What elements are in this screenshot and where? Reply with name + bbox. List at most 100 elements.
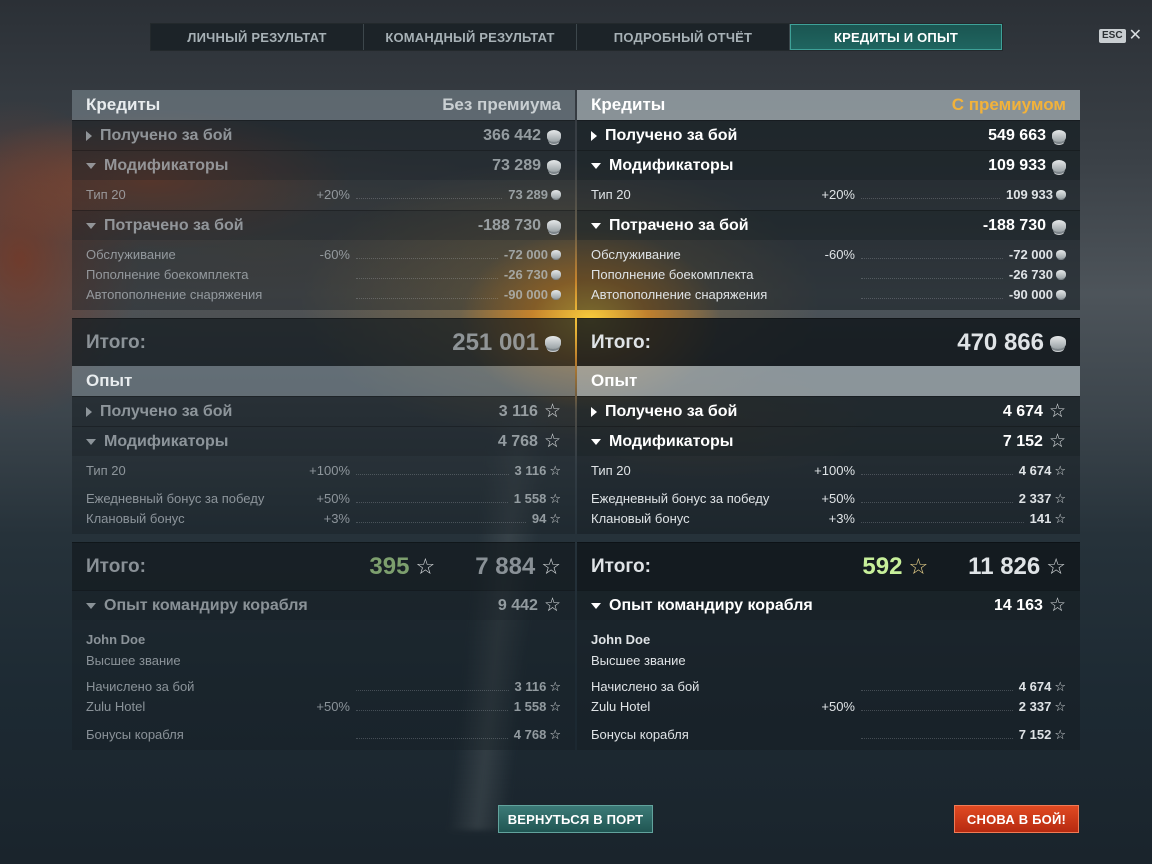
service-percent: -60% bbox=[319, 246, 350, 262]
exp-modifiers-row[interactable]: Модификаторы 7 152 ☆ bbox=[577, 426, 1080, 456]
credits-earned-row[interactable]: Получено за бой 549 663 bbox=[577, 120, 1080, 150]
exp-title: Опыт bbox=[86, 371, 133, 390]
daily-bonus-percent: +50% bbox=[821, 490, 855, 506]
zulu-hotel-label: Zulu Hotel bbox=[591, 698, 651, 714]
credits-modifiers-value: 109 933 bbox=[988, 156, 1046, 174]
credits-coin-icon bbox=[1056, 269, 1066, 279]
panel-with-premium: Кредиты С премиумом Получено за бой 549 … bbox=[577, 90, 1080, 750]
experience-star-icon: ☆ bbox=[549, 698, 561, 714]
exp-modifiers-label: Модификаторы bbox=[104, 432, 229, 450]
type-value: 3 116 bbox=[514, 462, 547, 478]
commander-details: John Doe Высшее звание Начислено за бой … bbox=[72, 620, 575, 750]
daily-bonus-value: 2 337 bbox=[1018, 490, 1052, 506]
credits-spent-row[interactable]: Потрачено за бой -188 730 bbox=[577, 210, 1080, 240]
tab-credits-and-exp[interactable]: КРЕДИТЫ И ОПЫТ bbox=[790, 24, 1002, 50]
return-to-port-button[interactable]: ВЕРНУТЬСЯ В ПОРТ bbox=[498, 805, 653, 833]
close-icon[interactable]: ✕ bbox=[1129, 28, 1142, 44]
collapse-arrow-icon[interactable] bbox=[86, 162, 96, 169]
credits-coin-icon bbox=[1052, 129, 1066, 142]
type-percent: +20% bbox=[316, 186, 350, 202]
credits-earned-value: 366 442 bbox=[483, 126, 541, 144]
service-row: Обслуживание -60% -72 000 bbox=[577, 244, 1080, 264]
clan-bonus-value: 94 bbox=[531, 510, 547, 526]
exp-title: Опыт bbox=[591, 371, 638, 390]
daily-bonus-percent: +50% bbox=[316, 490, 350, 506]
clan-bonus-row: Клановый бонус +3% 141 ☆ bbox=[577, 508, 1080, 528]
credits-spent-row[interactable]: Потрачено за бой -188 730 bbox=[72, 210, 575, 240]
exp-total-value: 7 884 bbox=[475, 552, 536, 580]
credits-type-row: Тип 20 +20% 109 933 bbox=[577, 184, 1080, 204]
commander-exp-row[interactable]: Опыт командиру корабля 9 442 ☆ bbox=[72, 590, 575, 620]
collapse-arrow-icon[interactable] bbox=[591, 162, 601, 169]
commander-name: John Doe bbox=[591, 632, 651, 647]
experience-star-icon: ☆ bbox=[1054, 726, 1066, 742]
exp-earned-row[interactable]: Получено за бой 3 116 ☆ bbox=[72, 396, 575, 426]
auto-supply-label: Автопополнение снаряжения bbox=[86, 286, 263, 302]
free-exp-star-icon: ☆ bbox=[908, 553, 929, 579]
ammo-label: Пополнение боекомплекта bbox=[86, 266, 249, 282]
credits-modifiers-row[interactable]: Модификаторы 109 933 bbox=[577, 150, 1080, 180]
collapse-arrow-icon[interactable] bbox=[591, 222, 601, 229]
exp-earned-label: Получено за бой bbox=[605, 402, 738, 420]
zulu-hotel-label: Zulu Hotel bbox=[86, 698, 146, 714]
exp-earned-row[interactable]: Получено за бой 4 674 ☆ bbox=[577, 396, 1080, 426]
accrued-label: Начислено за бой bbox=[86, 678, 195, 694]
exp-modifiers-row[interactable]: Модификаторы 4 768 ☆ bbox=[72, 426, 575, 456]
clan-bonus-row: Клановый бонус +3% 94 ☆ bbox=[72, 508, 575, 528]
accrued-row: Начислено за бой 3 116 ☆ bbox=[72, 676, 575, 696]
collapse-arrow-icon[interactable] bbox=[591, 602, 601, 609]
collapse-arrow-icon[interactable] bbox=[86, 438, 96, 445]
esc-close-button[interactable]: ESC ✕ bbox=[1099, 28, 1142, 44]
auto-supply-row: Автопополнение снаряжения -90 000 bbox=[72, 284, 575, 304]
credits-total-value: 470 866 bbox=[957, 328, 1044, 356]
credits-modifiers-label: Модификаторы bbox=[609, 156, 734, 174]
accrued-value: 3 116 bbox=[514, 678, 547, 694]
exp-modifiers-label: Модификаторы bbox=[609, 432, 734, 450]
service-label: Обслуживание bbox=[591, 246, 681, 262]
exp-total-label: Итого: bbox=[86, 555, 146, 577]
zulu-hotel-row: Zulu Hotel +50% 1 558 ☆ bbox=[72, 696, 575, 716]
auto-supply-value: -90 000 bbox=[503, 286, 548, 302]
credits-earned-row[interactable]: Получено за бой 366 442 bbox=[72, 120, 575, 150]
collapse-arrow-icon[interactable] bbox=[591, 438, 601, 445]
exp-type-row: Тип 20 +100% 4 674 ☆ bbox=[577, 460, 1080, 480]
experience-star-icon: ☆ bbox=[549, 678, 561, 694]
auto-supply-label: Автопополнение снаряжения bbox=[591, 286, 768, 302]
clan-bonus-percent: +3% bbox=[323, 510, 350, 526]
ammo-value: -26 730 bbox=[503, 266, 548, 282]
ammo-row: Пополнение боекомплекта -26 730 bbox=[72, 264, 575, 284]
commander-exp-row[interactable]: Опыт командиру корабля 14 163 ☆ bbox=[577, 590, 1080, 620]
accrued-label: Начислено за бой bbox=[591, 678, 700, 694]
experience-star-icon: ☆ bbox=[549, 490, 561, 506]
credits-modifiers-label: Модификаторы bbox=[104, 156, 229, 174]
commander-rank: Высшее звание bbox=[591, 653, 686, 668]
collapse-arrow-icon[interactable] bbox=[86, 222, 96, 229]
credits-coin-icon bbox=[1052, 219, 1066, 232]
tab-team-result[interactable]: КОМАНДНЫЙ РЕЗУЛЬТАТ bbox=[364, 24, 577, 50]
experience-star-icon: ☆ bbox=[1048, 401, 1066, 422]
expand-arrow-icon[interactable] bbox=[591, 406, 597, 417]
commander-name: John Doe bbox=[86, 632, 146, 647]
credits-earned-label: Получено за бой bbox=[605, 126, 738, 144]
credits-coin-icon bbox=[1052, 159, 1066, 172]
credits-coin-icon bbox=[1050, 336, 1066, 349]
collapse-arrow-icon[interactable] bbox=[86, 602, 96, 609]
tab-detailed-report[interactable]: ПОДРОБНЫЙ ОТЧЁТ bbox=[577, 24, 790, 50]
service-label: Обслуживание bbox=[86, 246, 176, 262]
experience-star-icon: ☆ bbox=[1054, 678, 1066, 694]
tab-personal-result[interactable]: ЛИЧНЫЙ РЕЗУЛЬТАТ bbox=[151, 24, 364, 50]
expand-arrow-icon[interactable] bbox=[86, 406, 92, 417]
free-exp-value: 395 bbox=[369, 552, 410, 580]
ship-bonus-label: Бонусы корабля bbox=[86, 726, 184, 742]
battle-again-button[interactable]: СНОВА В БОЙ! bbox=[954, 805, 1079, 833]
credits-header: Кредиты С премиумом bbox=[577, 90, 1080, 120]
exp-earned-label: Получено за бой bbox=[100, 402, 233, 420]
zulu-hotel-row: Zulu Hotel +50% 2 337 ☆ bbox=[577, 696, 1080, 716]
credits-modifiers-row[interactable]: Модификаторы 73 289 bbox=[72, 150, 575, 180]
type-name: Тип 20 bbox=[591, 462, 631, 478]
ship-bonus-row: Бонусы корабля 4 768 ☆ bbox=[72, 724, 575, 744]
expand-arrow-icon[interactable] bbox=[591, 130, 597, 141]
daily-bonus-row: Ежедневный бонус за победу +50% 2 337 ☆ bbox=[577, 488, 1080, 508]
expand-arrow-icon[interactable] bbox=[86, 130, 92, 141]
ship-bonus-row: Бонусы корабля 7 152 ☆ bbox=[577, 724, 1080, 744]
